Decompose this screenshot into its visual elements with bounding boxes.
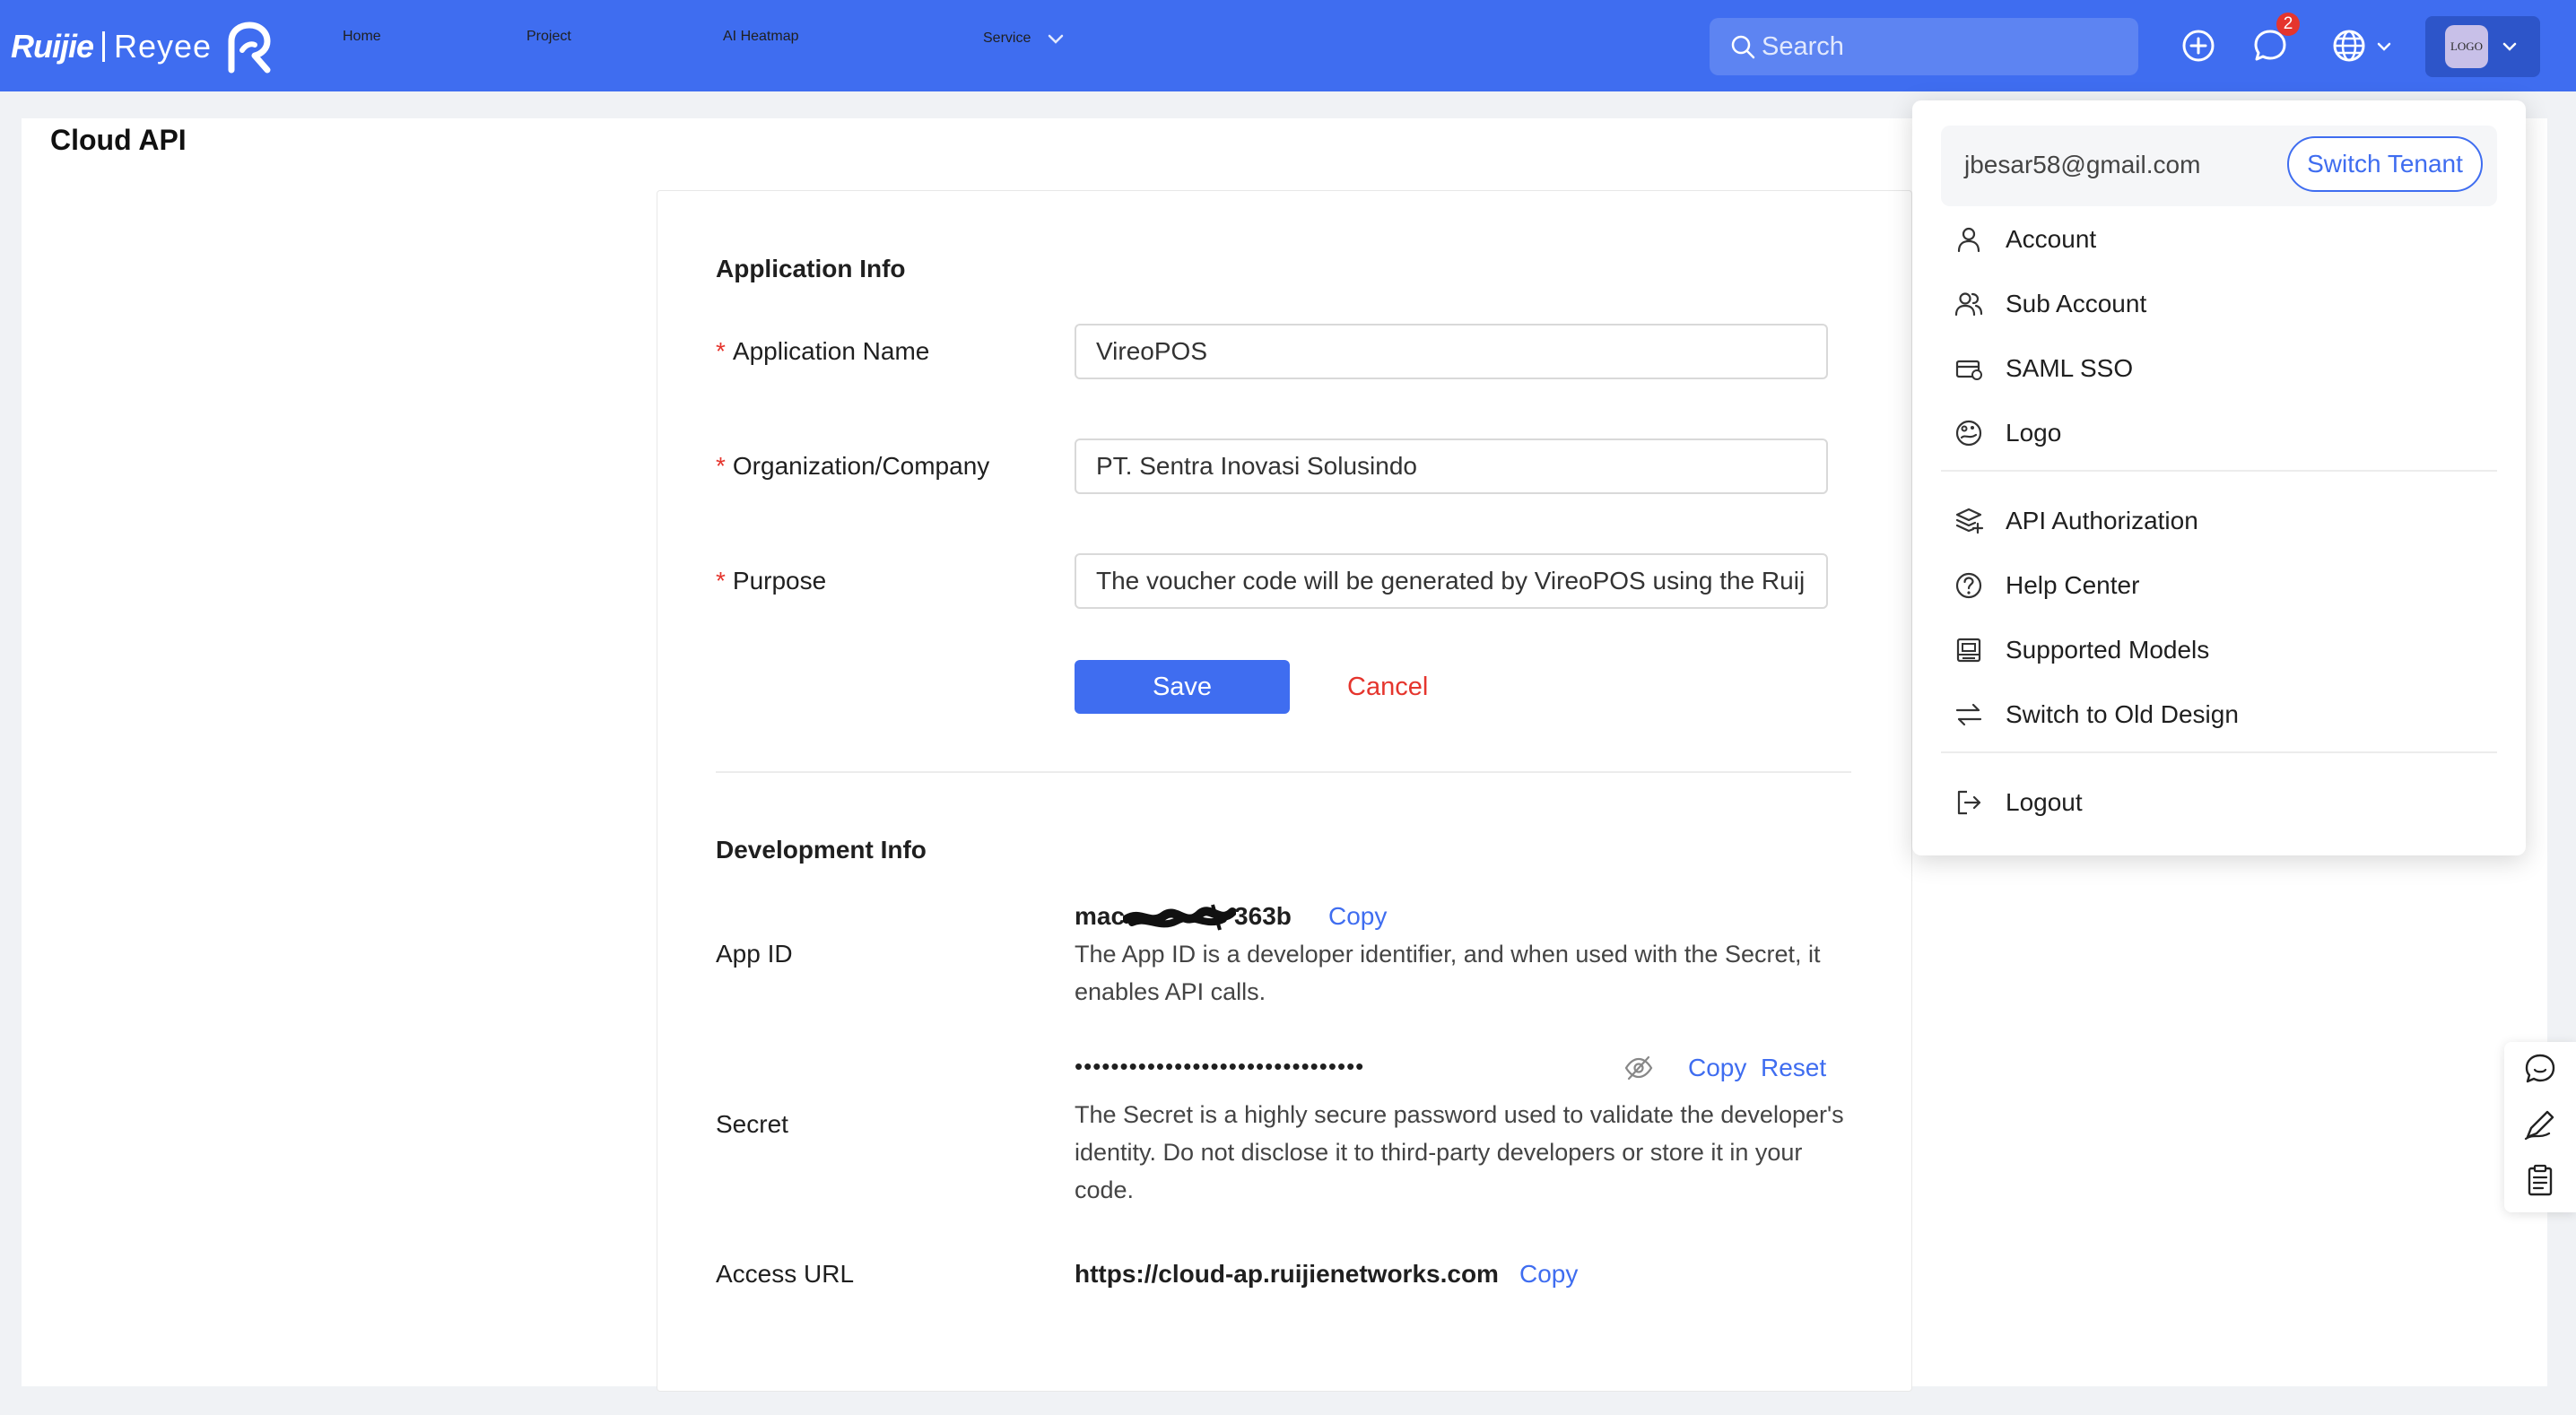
redaction-scribble — [1122, 904, 1238, 931]
nav-home[interactable]: Home — [343, 29, 381, 45]
nav-project[interactable]: Project — [527, 29, 571, 45]
organization-label-text: Organization/Company — [732, 452, 990, 480]
brand-logo[interactable]: Ruijie Reyee — [11, 20, 273, 74]
menu-item-label: Sub Account — [2006, 290, 2147, 317]
secret-description: The Secret is a highly secure password u… — [1075, 1101, 1844, 1203]
add-circle-icon[interactable] — [2180, 27, 2217, 65]
purpose-input[interactable] — [1075, 553, 1828, 609]
app-id-value-end: 363b — [1234, 902, 1292, 930]
application-name-label: * Application Name — [716, 337, 929, 366]
cancel-button[interactable]: Cancel — [1347, 673, 1428, 702]
chevron-down-icon — [1048, 34, 1064, 44]
nav-ai-heatmap[interactable]: AI Heatmap — [723, 29, 798, 45]
notification-badge: 2 — [2276, 13, 2300, 36]
search-icon — [1731, 35, 1755, 59]
menu-item-logo[interactable]: Logo — [1941, 404, 2497, 463]
save-button[interactable]: Save — [1075, 660, 1290, 714]
brand-ruijie-text: Ruijie — [11, 28, 94, 65]
menu-item-switch-old-design[interactable]: Switch to Old Design — [1941, 685, 2497, 744]
secret-reset-button[interactable]: Reset — [1761, 1054, 1826, 1082]
chat-icon[interactable] — [2522, 1051, 2558, 1087]
menu-item-label: Logout — [2006, 788, 2083, 816]
layers-icon — [1955, 508, 1984, 534]
brand-separator — [102, 31, 106, 62]
palette-icon — [1955, 420, 1982, 447]
menu-item-label: API Authorization — [2006, 507, 2198, 534]
organization-input[interactable] — [1075, 438, 1828, 494]
users-icon — [1954, 292, 1983, 317]
id-card-icon — [1955, 360, 1982, 380]
menu-item-account[interactable]: Account — [1941, 210, 2497, 269]
clipboard-icon[interactable] — [2522, 1162, 2558, 1198]
access-url-label: Access URL — [716, 1260, 855, 1288]
menu-item-label: Help Center — [2006, 571, 2140, 599]
menu-item-saml-sso[interactable]: SAML SSO — [1941, 339, 2497, 398]
application-name-label-text: Application Name — [732, 337, 930, 365]
help-circle-icon — [1955, 572, 1982, 599]
menu-item-api-authorization[interactable]: API Authorization — [1941, 491, 2497, 551]
page-title: Cloud API — [50, 124, 187, 156]
menu-item-label: Logo — [2006, 419, 2062, 447]
search-input[interactable] — [1762, 31, 2120, 62]
menu-item-label: Switch to Old Design — [2006, 700, 2239, 728]
secret-label: Secret — [716, 1110, 788, 1138]
access-url-value: https://cloud-ap.ruijienetworks.com — [1075, 1260, 1499, 1288]
purpose-label-text: Purpose — [732, 567, 827, 595]
organization-label: * Organization/Company — [716, 452, 989, 481]
required-mark: * — [716, 337, 726, 365]
eye-hidden-icon[interactable] — [1623, 1055, 1654, 1081]
menu-item-label: Supported Models — [2006, 636, 2210, 664]
application-info-title: Application Info — [716, 255, 906, 282]
user-icon — [1957, 227, 1980, 253]
user-email: jbesar58@gmail.com — [1964, 151, 2201, 178]
section-divider — [716, 771, 1851, 773]
nav-service[interactable]: Service — [983, 29, 1066, 48]
language-chevron-down-icon[interactable] — [2375, 38, 2393, 56]
globe-icon[interactable] — [2330, 27, 2368, 65]
top-navigation-bar: Ruijie Reyee Home Project AI Heatmap Ser… — [0, 0, 2576, 91]
development-info-title: Development Info — [716, 836, 927, 864]
user-menu-button[interactable]: LOGO — [2425, 16, 2540, 77]
nav-service-label: Service — [983, 30, 1031, 47]
app-id-value: mac 363b — [1075, 902, 1292, 933]
brand-reyee-text: Reyee — [114, 28, 213, 65]
access-url-copy-button[interactable]: Copy — [1519, 1260, 1578, 1289]
menu-item-label: Account — [2006, 225, 2097, 253]
reyee-r-logo-icon — [228, 22, 271, 74]
switch-arrows-icon — [1955, 703, 1982, 726]
switch-tenant-button[interactable]: Switch Tenant — [2287, 136, 2483, 192]
secret-masked-value: •••••••••••••••••••••••••••••••• — [1075, 1053, 1365, 1080]
app-id-description: The App ID is a developer identifier, an… — [1075, 941, 1821, 1005]
purpose-label: * Purpose — [716, 567, 826, 595]
device-icon — [1956, 638, 1981, 663]
secret-copy-button[interactable]: Copy — [1688, 1054, 1746, 1082]
app-id-copy-button[interactable]: Copy — [1328, 902, 1387, 931]
menu-item-sub-account[interactable]: Sub Account — [1941, 274, 2497, 334]
app-id-value-start: mac — [1075, 902, 1126, 930]
menu-item-help-center[interactable]: Help Center — [1941, 556, 2497, 615]
menu-item-label: SAML SSO — [2006, 354, 2134, 382]
menu-item-supported-models[interactable]: Supported Models — [1941, 621, 2497, 680]
app-id-label: App ID — [716, 940, 793, 968]
required-mark: * — [716, 567, 726, 595]
logout-icon — [1957, 790, 1981, 815]
avatar: LOGO — [2445, 25, 2488, 68]
feedback-pen-icon[interactable] — [2522, 1107, 2558, 1142]
menu-item-logout[interactable]: Logout — [1941, 773, 2497, 832]
search-box[interactable] — [1710, 18, 2138, 75]
required-mark: * — [716, 452, 726, 480]
menu-divider — [1941, 470, 2497, 472]
application-name-input[interactable] — [1075, 324, 1828, 379]
chevron-down-icon — [2502, 42, 2517, 51]
menu-divider — [1941, 751, 2497, 753]
